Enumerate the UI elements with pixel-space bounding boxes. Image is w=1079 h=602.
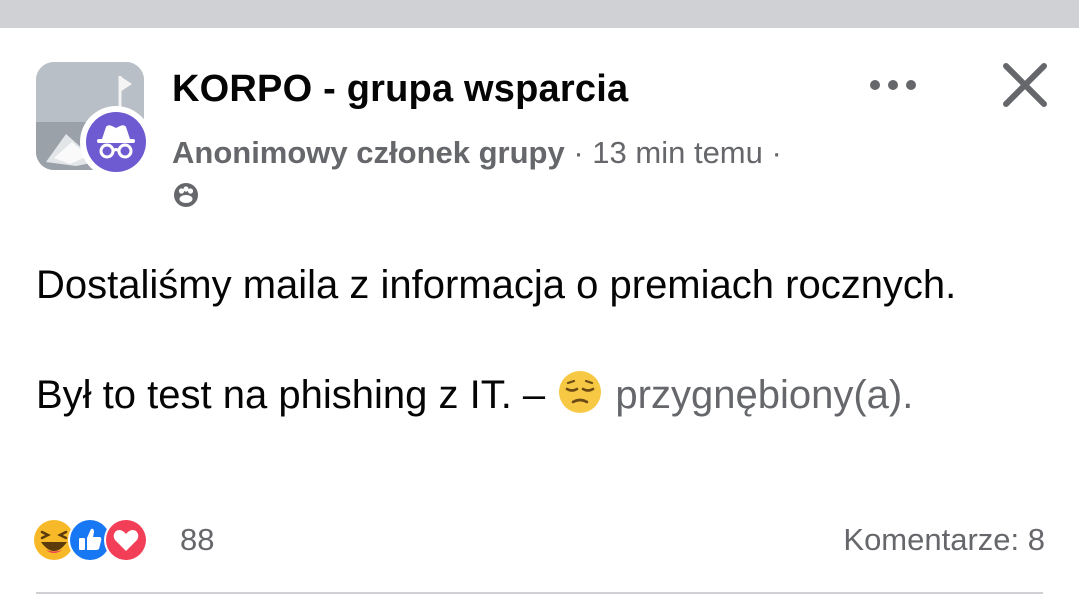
reaction-count[interactable]: 88 — [180, 522, 214, 558]
close-icon — [1003, 63, 1047, 107]
post-meta: Anonimowy członek grupy · 13 min temu · — [172, 131, 812, 217]
incognito-icon — [97, 125, 135, 159]
close-button[interactable] — [998, 58, 1052, 112]
top-strip — [0, 0, 1079, 28]
meta-separator-2: · — [771, 135, 782, 170]
members-icon — [174, 183, 198, 207]
footer-divider — [36, 592, 1043, 594]
love-icon — [104, 518, 148, 562]
post-avatar[interactable] — [36, 62, 152, 178]
post-paragraph-1: Dostaliśmy maila z informacja o premiach… — [36, 263, 957, 307]
comments-count[interactable]: Komentarze: 8 — [843, 522, 1045, 558]
pensive-face-icon — [559, 371, 602, 413]
post-body: Dostaliśmy maila z informacja o premiach… — [36, 258, 1036, 423]
more-options-button[interactable] — [866, 70, 920, 100]
anonymous-badge — [80, 106, 152, 178]
post-paragraph-2-text: Był to test na phishing z IT. – — [36, 373, 557, 417]
post-time[interactable]: 13 min temu — [592, 135, 763, 170]
reactions-summary[interactable] — [30, 516, 170, 564]
feeling-label[interactable]: przygnębiony(a). — [615, 373, 913, 417]
post-paragraph-2: Był to test na phishing z IT. – przygnęb… — [36, 368, 1036, 423]
more-dots-icon — [870, 80, 916, 90]
group-name-link[interactable]: KORPO - grupa wsparcia — [172, 68, 628, 111]
author-name[interactable]: Anonimowy członek grupy — [172, 135, 565, 170]
meta-separator: · — [573, 135, 584, 170]
